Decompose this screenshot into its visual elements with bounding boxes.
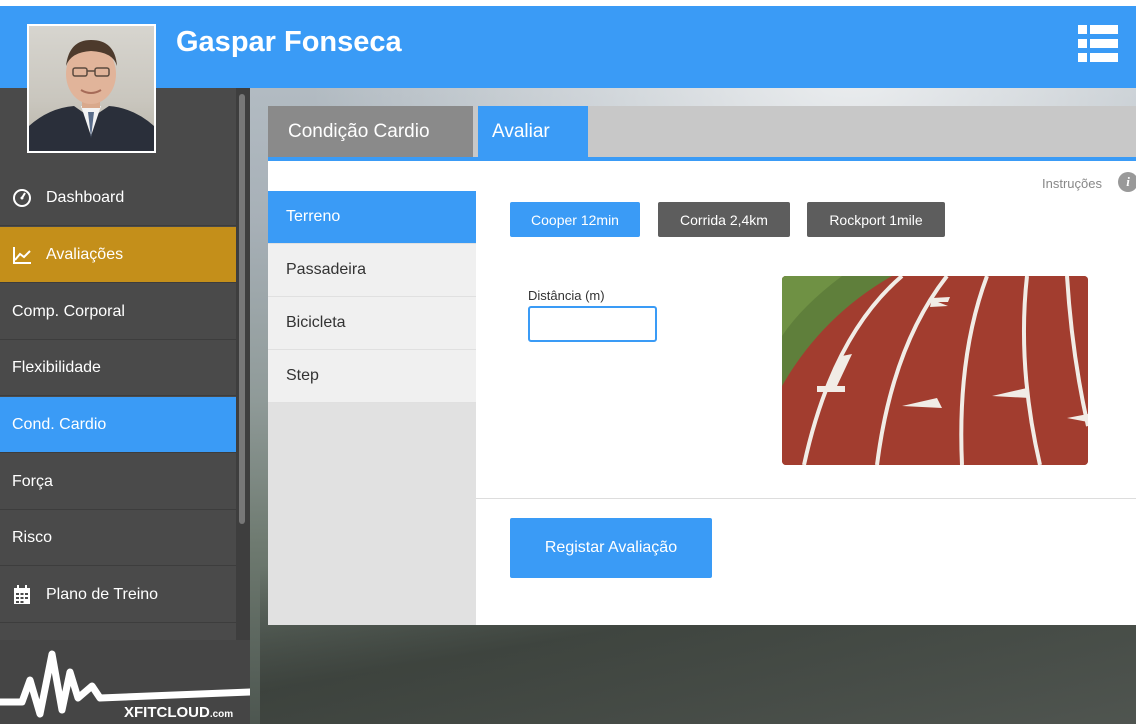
subnav-list: Terreno Passadeira Bicicleta Step [268, 191, 476, 403]
test-rockport-button[interactable]: Rockport 1mile [807, 202, 945, 237]
subnav-item-passadeira[interactable]: Passadeira [268, 244, 476, 297]
test-cooper-button[interactable]: Cooper 12min [510, 202, 640, 237]
tab-avaliar[interactable]: Avaliar [478, 106, 588, 157]
subnav-item-terreno[interactable]: Terreno [268, 191, 476, 244]
instructions-label[interactable]: Instruções [1042, 176, 1102, 191]
tab-condicao-cardio[interactable]: Condição Cardio [268, 106, 473, 157]
sidebar-scrollbar[interactable] [236, 88, 250, 648]
subnav-item-bicicleta[interactable]: Bicicleta [268, 297, 476, 350]
distance-input[interactable] [528, 306, 657, 342]
sidebar-item-dashboard[interactable]: Dashboard [0, 170, 236, 226]
sidebar-item-label: Risco [12, 528, 53, 546]
subnav-item-step[interactable]: Step [268, 350, 476, 403]
sidebar-item-cond-cardio[interactable]: Cond. Cardio [0, 397, 236, 453]
logo-suffix: .com [209, 709, 234, 720]
user-avatar[interactable] [27, 24, 156, 153]
list-menu-icon[interactable] [1078, 24, 1118, 64]
sidebar-item-label: Comp. Corporal [12, 302, 125, 320]
sidebar-item-label: Cond. Cardio [12, 415, 107, 433]
logo-text: XFITCLOUD [124, 704, 210, 721]
distance-label: Distância (m) [528, 288, 605, 303]
top-header: Gaspar Fonseca [0, 6, 1136, 88]
sidebar-item-comp-corporal[interactable]: Comp. Corporal [0, 284, 236, 340]
sidebar-item-label: Flexibilidade [12, 358, 101, 376]
info-icon[interactable]: i [1118, 172, 1136, 192]
scrollbar-thumb[interactable] [239, 94, 245, 524]
sidebar-item-plano-de-treino[interactable]: Plano de Treino [0, 567, 236, 623]
sidebar-item-label: Força [12, 472, 53, 490]
xfitcloud-logo: XFITCLOUD.com [0, 640, 254, 724]
test-corrida-button[interactable]: Corrida 2,4km [658, 202, 790, 237]
sidebar-item-label: Plano de Treino [46, 585, 159, 603]
dashboard-gauge-icon [12, 188, 32, 208]
running-track-image [782, 276, 1088, 465]
sidebar-item-avaliacoes[interactable]: Avaliações [0, 227, 236, 283]
sidebar-item-flexibilidade[interactable]: Flexibilidade [0, 340, 236, 396]
tabs-bar: Condição Cardio Avaliar [268, 106, 1136, 157]
user-name: Gaspar Fonseca [176, 26, 402, 58]
content-divider [476, 498, 1136, 499]
sidebar-item-label: Avaliações [46, 245, 124, 263]
sidebar-item-forca[interactable]: Força [0, 454, 236, 510]
app-frame: Gaspar Fonseca Dashboard Avaliações Comp… [0, 6, 1136, 724]
line-chart-icon [12, 245, 32, 265]
calendar-icon [12, 584, 32, 605]
register-evaluation-button[interactable]: Registar Avaliação [510, 518, 712, 578]
sidebar-item-label: Dashboard [46, 188, 125, 206]
sidebar-item-risco[interactable]: Risco [0, 510, 236, 566]
